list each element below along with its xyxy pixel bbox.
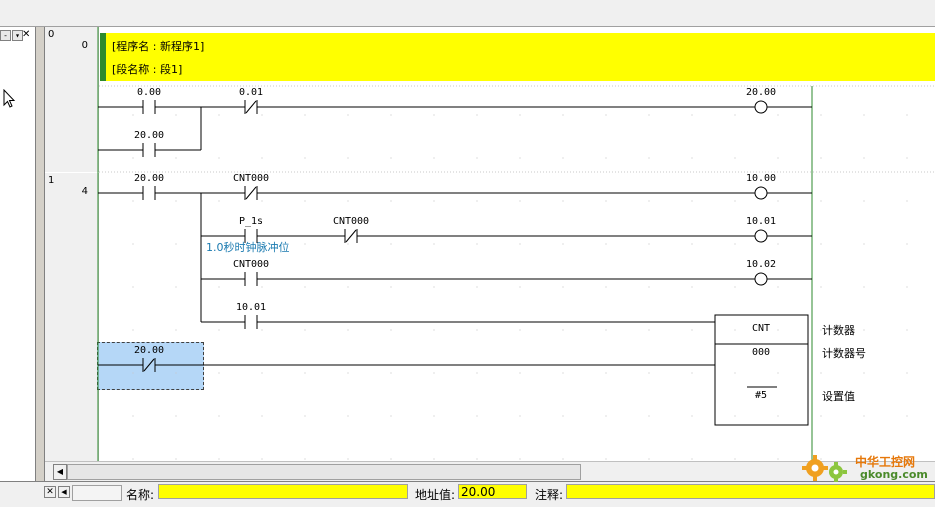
comment-label: 注释:: [535, 488, 564, 502]
contact-address: P_1s: [238, 216, 264, 227]
address-field[interactable]: 20.00: [458, 484, 527, 499]
counter-number-label: 计数器号: [822, 347, 866, 360]
mouse-pointer-icon: [3, 89, 16, 108]
coil-address: 10.01: [745, 216, 777, 227]
address-label: 地址值:: [415, 488, 456, 502]
name-label: 名称:: [126, 488, 155, 502]
contact-address: CNT000: [232, 173, 270, 184]
coil-address: 10.00: [745, 173, 777, 184]
project-tree-panel[interactable]: - ▾ ✕: [0, 27, 36, 481]
coil-address: 20.00: [745, 87, 777, 98]
contact-address: CNT000: [232, 259, 270, 270]
close-icon[interactable]: ✕: [22, 30, 30, 40]
scroll-thumb[interactable]: [67, 464, 581, 480]
contact-address: 10.01: [235, 302, 267, 313]
ladder-lines: [97, 27, 935, 461]
contact-address: 0.01: [238, 87, 264, 98]
status-bar: ✕ ◀ 名称: 地址值: 20.00 注释:: [0, 481, 935, 507]
close-icon[interactable]: ✕: [44, 486, 56, 498]
contact-address: 20.00: [133, 173, 165, 184]
contact-address: 0.00: [136, 87, 162, 98]
panel-controls: - ▾: [0, 30, 24, 42]
contact-address: 20.00: [133, 345, 165, 356]
contact-address: 20.00: [133, 130, 165, 141]
toolbar-strip: [0, 0, 935, 27]
coil-address: 10.02: [745, 259, 777, 270]
counter-type: CNT: [751, 323, 771, 334]
ladder-diagram[interactable]: 0 0 1 4 [程序名 : 新程序1] [段名称 : 段1] 0.00 0.0…: [45, 27, 935, 461]
scroll-left-icon[interactable]: ◀: [53, 464, 67, 480]
splitter[interactable]: [36, 27, 45, 481]
panel-minimize-button[interactable]: -: [0, 30, 11, 41]
watermark-url: gkong.com: [860, 468, 928, 481]
counter-setpoint: #5: [754, 390, 768, 401]
name-field[interactable]: [158, 484, 408, 499]
contact-address: CNT000: [332, 216, 370, 227]
contact-comment: 1.0秒时钟脉冲位: [206, 241, 290, 254]
status-panel: [72, 485, 122, 501]
counter-label: 计数器: [822, 324, 855, 337]
scroll-left-icon[interactable]: ◀: [58, 486, 70, 498]
gear-icon: [802, 455, 847, 482]
watermark-logo: 中华工控网 gkong.com: [800, 448, 935, 488]
setpoint-label: 设置值: [822, 390, 855, 403]
counter-number: 000: [751, 347, 771, 358]
